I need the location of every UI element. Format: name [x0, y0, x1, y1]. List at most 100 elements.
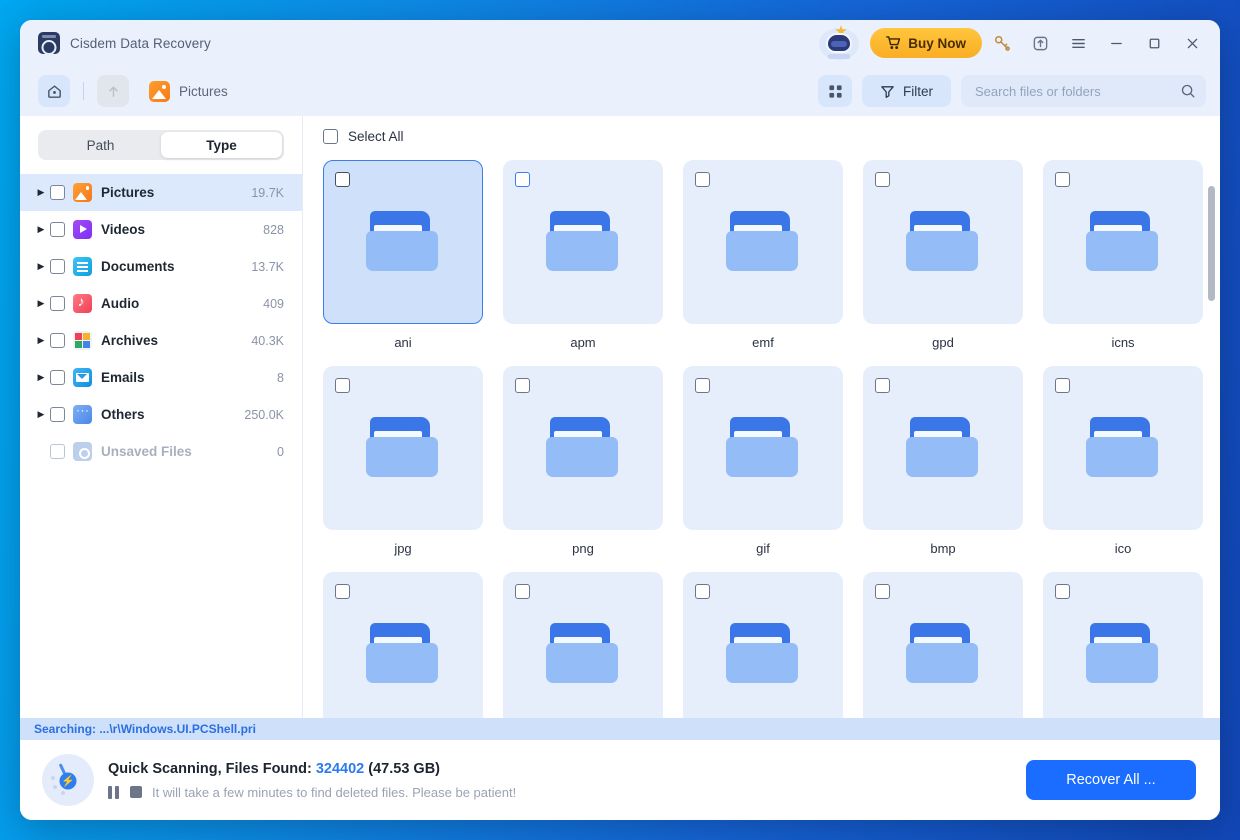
scan-status-group: Quick Scanning, Files Found: 324402 (47.… — [108, 761, 516, 800]
documents-checkbox[interactable] — [50, 259, 65, 274]
tile-checkbox[interactable] — [875, 378, 890, 393]
search-box[interactable] — [961, 75, 1206, 107]
sidebar-item-audio[interactable]: ▶ Audio 409 — [20, 285, 302, 322]
tile-checkbox[interactable] — [335, 584, 350, 599]
folder-icon — [364, 623, 442, 685]
expand-arrow-icon[interactable]: ▶ — [32, 261, 50, 272]
sidebar-item-label: Documents — [101, 259, 175, 274]
vertical-scrollbar[interactable] — [1208, 184, 1215, 718]
videos-checkbox[interactable] — [50, 222, 65, 237]
sidebar-item-documents[interactable]: ▶ Documents 13.7K — [20, 248, 302, 285]
home-icon[interactable] — [38, 75, 70, 107]
maximize-icon[interactable] — [1136, 26, 1172, 60]
tile-checkbox[interactable] — [335, 378, 350, 393]
tile-checkbox[interactable] — [695, 584, 710, 599]
minimize-icon[interactable] — [1098, 26, 1134, 60]
folder-icon — [904, 623, 982, 685]
documents-icon — [73, 257, 92, 276]
filter-button[interactable]: Filter — [862, 75, 951, 107]
expand-arrow-icon[interactable]: ▶ — [32, 298, 50, 309]
recover-all-button[interactable]: Recover All ... — [1026, 760, 1196, 800]
arrow-up-icon[interactable] — [97, 75, 129, 107]
sidebar-item-videos[interactable]: ▶ Videos 828 — [20, 211, 302, 248]
folder-tile[interactable]: ico — [1033, 366, 1213, 556]
tile-checkbox[interactable] — [515, 584, 530, 599]
scrollbar-thumb[interactable] — [1208, 186, 1215, 301]
folder-tile[interactable] — [1033, 572, 1213, 718]
folder-icon — [904, 211, 982, 273]
tile-checkbox[interactable] — [1055, 378, 1070, 393]
pause-icon[interactable] — [108, 786, 120, 799]
sidebar-item-pictures[interactable]: ▶ Pictures 19.7K — [20, 174, 302, 211]
folder-tile[interactable] — [673, 572, 853, 718]
sidebar-item-others[interactable]: ▶ Others 250.0K — [20, 396, 302, 433]
tile-checkbox[interactable] — [515, 378, 530, 393]
expand-arrow-icon[interactable]: ▶ — [32, 372, 50, 383]
hamburger-menu-icon[interactable] — [1060, 26, 1096, 60]
robot-mascot-icon[interactable] — [816, 24, 862, 62]
tile-checkbox[interactable] — [695, 378, 710, 393]
tab-path[interactable]: Path — [40, 132, 161, 158]
folder-tile[interactable]: bmp — [853, 366, 1033, 556]
folder-icon — [724, 211, 802, 273]
folder-tile[interactable]: ani — [313, 160, 493, 350]
select-all-checkbox[interactable] — [323, 129, 338, 144]
folder-tile[interactable]: apm — [493, 160, 673, 350]
buy-now-button[interactable]: Buy Now — [870, 28, 982, 58]
sidebar-item-label: Videos — [101, 222, 145, 237]
key-icon[interactable] — [984, 26, 1020, 60]
grid-view-icon[interactable] — [818, 75, 852, 107]
tile-checkbox[interactable] — [335, 172, 350, 187]
folder-tile[interactable]: png — [493, 366, 673, 556]
tile-checkbox[interactable] — [1055, 584, 1070, 599]
stop-icon[interactable] — [130, 786, 142, 798]
upload-box-icon[interactable] — [1022, 26, 1058, 60]
tile-checkbox[interactable] — [515, 172, 530, 187]
select-all-label: Select All — [348, 129, 404, 144]
sidebar-item-archives[interactable]: ▶ Archives 40.3K — [20, 322, 302, 359]
tile-label: apm — [493, 335, 673, 350]
tab-type[interactable]: Type — [161, 132, 282, 158]
folder-tile[interactable] — [313, 572, 493, 718]
tile-label: gif — [673, 541, 853, 556]
audio-checkbox[interactable] — [50, 296, 65, 311]
folder-tile[interactable] — [493, 572, 673, 718]
folder-icon — [1084, 211, 1162, 273]
sidebar-item-count: 0 — [277, 445, 284, 459]
archives-checkbox[interactable] — [50, 333, 65, 348]
search-icon[interactable] — [1180, 83, 1196, 99]
folder-tile[interactable]: icns — [1033, 160, 1213, 350]
unsaved-icon — [73, 442, 92, 461]
folder-tile[interactable]: jpg — [313, 366, 493, 556]
scan-controls-line: It will take a few minutes to find delet… — [108, 785, 516, 800]
folder-icon — [724, 417, 802, 479]
close-icon[interactable] — [1174, 26, 1210, 60]
folder-tile[interactable]: emf — [673, 160, 853, 350]
pictures-checkbox[interactable] — [50, 185, 65, 200]
breadcrumb[interactable]: Pictures — [149, 81, 228, 102]
sidebar-item-emails[interactable]: ▶ Emails 8 — [20, 359, 302, 396]
sidebar-item-count: 19.7K — [251, 186, 284, 200]
expand-arrow-icon[interactable]: ▶ — [32, 335, 50, 346]
folder-icon — [1084, 623, 1162, 685]
folder-grid: ani apm — [313, 156, 1220, 718]
folder-tile[interactable]: gif — [673, 366, 853, 556]
others-checkbox[interactable] — [50, 407, 65, 422]
expand-arrow-icon[interactable]: ▶ — [32, 187, 50, 198]
tile-checkbox[interactable] — [1055, 172, 1070, 187]
emails-checkbox[interactable] — [50, 370, 65, 385]
breadcrumb-label: Pictures — [179, 84, 228, 99]
folder-icon — [1084, 417, 1162, 479]
tile-checkbox[interactable] — [875, 584, 890, 599]
folder-tile[interactable]: gpd — [853, 160, 1033, 350]
select-all-bar: Select All — [303, 116, 1220, 156]
folder-tile[interactable] — [853, 572, 1033, 718]
unsaved-files-checkbox[interactable] — [50, 444, 65, 459]
expand-arrow-icon[interactable]: ▶ — [32, 409, 50, 420]
search-input[interactable] — [975, 84, 1180, 99]
searching-status-bar: Searching: ...\r\Windows.UI.PCShell.pri — [20, 718, 1220, 740]
tile-checkbox[interactable] — [695, 172, 710, 187]
expand-arrow-icon[interactable]: ▶ — [32, 224, 50, 235]
tile-checkbox[interactable] — [875, 172, 890, 187]
tile-label: png — [493, 541, 673, 556]
